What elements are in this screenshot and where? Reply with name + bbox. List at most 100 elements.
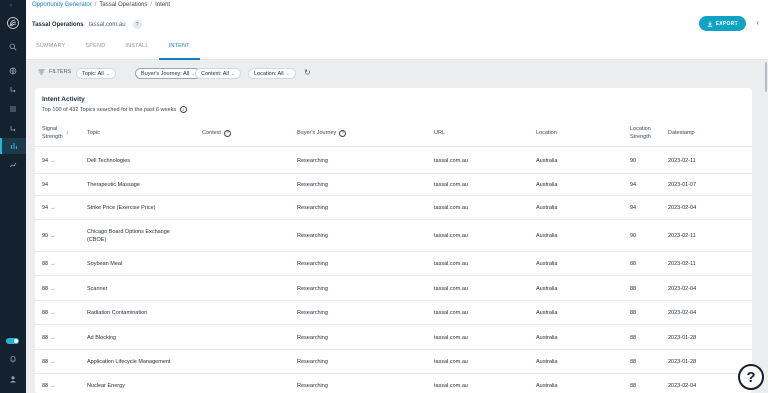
cell-text: 2023-01-28: [668, 359, 697, 365]
cell-url: tassal.com.au: [434, 157, 468, 165]
cell-url: tassal.com.au: [434, 232, 468, 240]
cell-topic: Ad Blocking: [87, 334, 116, 342]
cell-location: Australia: [536, 181, 557, 189]
table-row[interactable]: 94 → Dell Technologies Researching tassal.co…: [35, 146, 752, 173]
cell-text: 88: [42, 383, 49, 389]
cell-journey: Researching: [297, 181, 328, 189]
chevron-down-icon: ⌄: [230, 70, 236, 77]
cell-location: Australia: [536, 309, 557, 317]
cell-text: Australia: [536, 261, 558, 267]
route-icon[interactable]: [8, 85, 18, 95]
trend-arrow-icon: →: [50, 334, 56, 341]
user-icon[interactable]: [8, 374, 18, 384]
cell-topic: Soybean Meal: [87, 260, 122, 268]
tab-install[interactable]: INSTALL: [115, 38, 158, 60]
sort-desc-icon[interactable]: ↓: [66, 129, 69, 137]
cell-text: 88: [42, 359, 49, 365]
location-strength-header-label: Location Strength: [630, 126, 651, 140]
buyers-journey-filter[interactable]: Buyer's Journey: All ⌄: [135, 68, 202, 79]
table-row[interactable]: 88 → Application Lifecycle Management Resea…: [35, 349, 752, 373]
column-header-location-strength[interactable]: Location Strength: [630, 125, 651, 141]
chevron-left-icon[interactable]: ‹: [756, 19, 759, 27]
cell-text: 88: [42, 310, 49, 316]
chevron-down-icon: ⌄: [285, 70, 290, 77]
bar-chart-icon[interactable]: [0, 138, 26, 154]
filter-icon: [38, 69, 45, 75]
cell-loc-strength: 88: [630, 382, 636, 390]
left-sidebar: ›: [0, 0, 26, 393]
info-icon[interactable]: ?: [223, 129, 231, 137]
list-icon[interactable]: [8, 104, 18, 114]
expand-sidebar-icon[interactable]: ›: [10, 3, 12, 9]
cell-text: Application Lifecycle Management: [87, 359, 171, 365]
help-button[interactable]: ?: [738, 364, 764, 390]
cell-text: Soybean Meal: [87, 261, 123, 267]
table-row[interactable]: 88 → Scanner Researching tassal.com.au Austra…: [35, 275, 752, 300]
cell-text: tassal.com.au: [434, 359, 468, 365]
app-logo-icon[interactable]: [7, 17, 19, 29]
table-row[interactable]: 90 → Chicago Board Options Exchange (CBOE)…: [35, 219, 752, 251]
topic-filter[interactable]: Topic: All ⌄: [76, 68, 116, 79]
cell-url: tassal.com.au: [434, 181, 468, 189]
column-header-location[interactable]: Location: [536, 129, 557, 137]
trend-arrow-icon: →: [50, 359, 56, 365]
cell-text: Australia: [536, 182, 558, 188]
cell-signal: 88 →: [42, 285, 56, 293]
table-row[interactable]: 88 → Ad Blocking Researching tassal.com.au Au…: [35, 324, 752, 349]
column-header-topic[interactable]: Topic: [87, 129, 100, 137]
cell-location: Australia: [536, 232, 557, 240]
table-row[interactable]: 88 → Soybean Meal Researching tassal.com.au A…: [35, 251, 752, 275]
cell-journey: Researching: [297, 358, 328, 366]
help-icon[interactable]: ?: [132, 20, 142, 29]
cell-text: 88: [630, 285, 637, 292]
column-header-datestamp[interactable]: Datestamp: [668, 129, 695, 137]
search-icon[interactable]: [8, 42, 18, 52]
cell-text: Nuclear Energy: [87, 383, 125, 389]
tab-spend[interactable]: SPEND: [75, 38, 115, 60]
breadcrumb-tassal-operations[interactable]: Tassal Operations: [99, 2, 147, 8]
cell-loc-strength: 88: [630, 334, 636, 342]
filters-text: FILTERS: [49, 69, 72, 75]
cell-text: 2023-02-11: [668, 261, 696, 267]
cell-text: tassal.com.au: [434, 310, 468, 316]
column-header-url[interactable]: URL: [434, 129, 445, 137]
cell-text: 88: [630, 310, 637, 316]
table-row[interactable]: 88 → Nuclear Energy Researching tassal.com.a…: [35, 373, 752, 393]
cell-text: Australia: [536, 233, 558, 239]
cell-text: Researching: [297, 205, 328, 211]
cell-text: tassal.com.au: [434, 383, 468, 389]
page-scrollbar[interactable]: [765, 62, 767, 92]
table-row[interactable]: 94 Therapeutic Massage Researching tassal.c…: [35, 173, 752, 195]
refresh-icon[interactable]: ↻: [304, 69, 311, 77]
column-header-signal-strength[interactable]: Signal Strength ↓: [42, 125, 69, 141]
context-filter[interactable]: Context: All ⌄: [195, 68, 242, 79]
cell-text: Chicago Board Options Exchange (CBOE): [87, 229, 170, 243]
table-row[interactable]: 94 → Strike Price (Exercise Price) Research…: [35, 195, 752, 219]
dark-mode-toggle[interactable]: [6, 338, 19, 344]
download-icon: [707, 21, 712, 27]
column-header-context[interactable]: Context?: [202, 129, 231, 137]
tab-intent[interactable]: INTENT: [158, 38, 200, 60]
info-icon[interactable]: i: [180, 106, 188, 113]
location-filter[interactable]: Location: All ⌄: [248, 68, 296, 79]
location-filter-label: Location: All: [254, 70, 284, 77]
globe-icon[interactable]: [8, 66, 18, 76]
cell-text: Radiation Contamination: [87, 310, 148, 316]
intent-activity-card: Intent Activity Top 100 of 432 Topics se…: [35, 88, 752, 393]
info-icon[interactable]: ?: [339, 129, 347, 137]
route-icon[interactable]: [8, 124, 18, 134]
table-row[interactable]: 88 → Radiation Contamination Researching tas…: [35, 300, 752, 324]
cell-text: 94: [630, 182, 637, 188]
filters-label[interactable]: FILTERS: [38, 69, 71, 75]
tab-summary[interactable]: SUMMARY: [26, 38, 75, 60]
export-button[interactable]: EXPORT: [698, 16, 746, 31]
breadcrumb-opportunity-generator[interactable]: Opportunity Generator: [32, 2, 92, 8]
column-header-buyers-journey[interactable]: Buyer's Journey?: [297, 129, 347, 137]
trend-line-icon[interactable]: [8, 160, 18, 170]
subtitle-text: Top 100 of 432 Topics searched for in th…: [42, 106, 177, 113]
cell-signal: 94 →: [42, 204, 56, 212]
notifications-icon[interactable]: [8, 354, 18, 364]
company-domain[interactable]: tassal.com.au: [89, 22, 126, 28]
cell-url: tassal.com.au: [434, 204, 468, 212]
cell-url: tassal.com.au: [434, 334, 468, 342]
